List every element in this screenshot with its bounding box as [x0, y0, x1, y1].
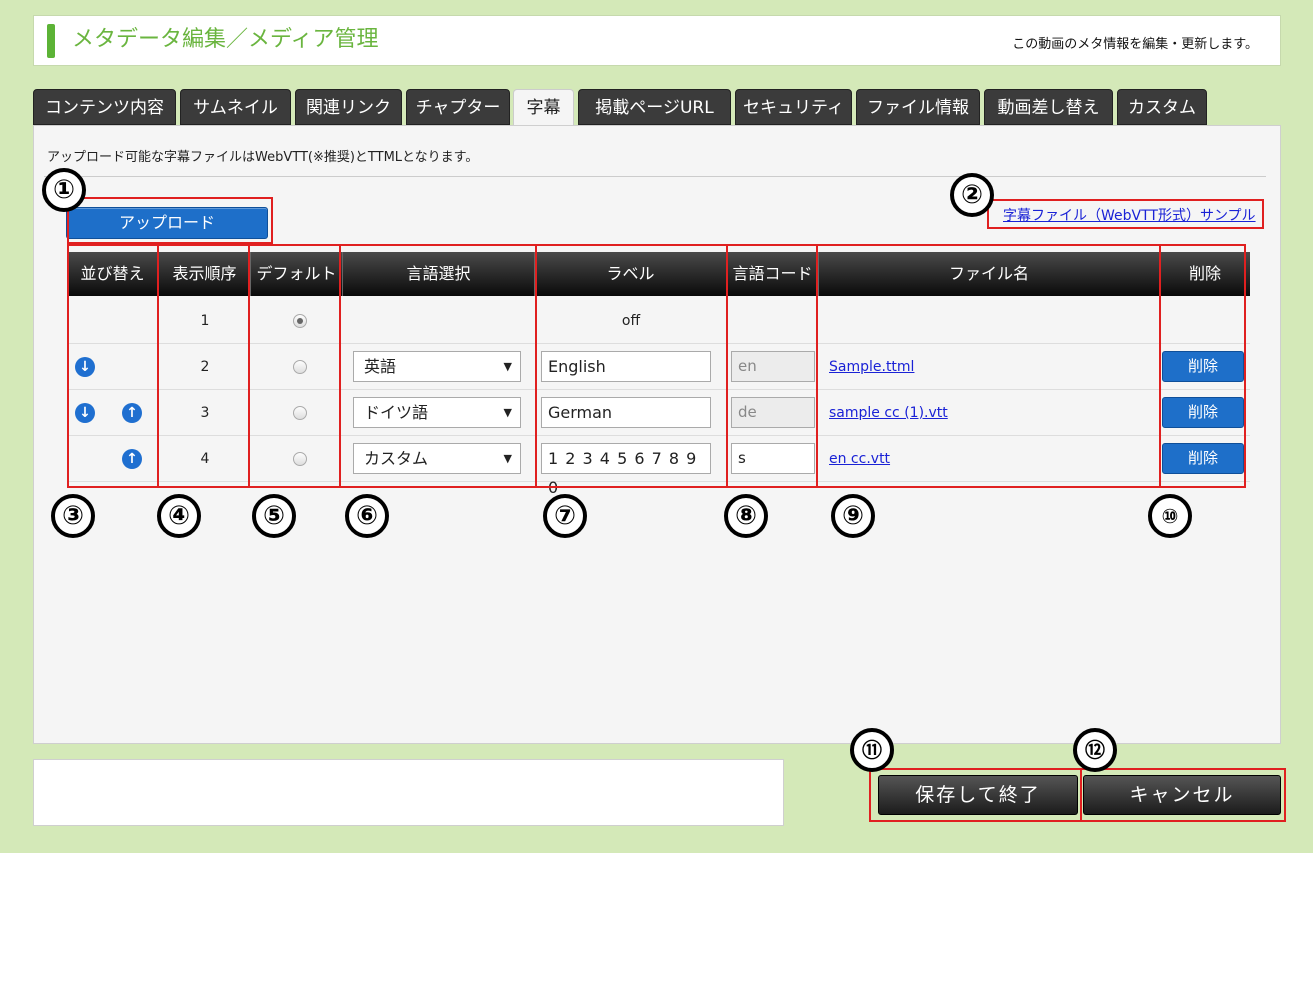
language-select[interactable]: カスタム ▼ [353, 443, 521, 474]
order-value: 3 [200, 405, 210, 421]
file-name-link[interactable]: en cc.vtt [829, 436, 890, 482]
sample-file-link[interactable]: 字幕ファイル（WebVTT形式）サンプル [1003, 205, 1256, 225]
save-and-exit-button[interactable]: 保存して終了 [878, 775, 1078, 815]
language-select-value: 英語 [364, 357, 397, 376]
annotation-number-8: ⑧ [724, 494, 768, 538]
delete-button[interactable]: 削除 [1162, 397, 1244, 428]
annotation-number-7: ⑦ [543, 494, 587, 538]
tab-related-links[interactable]: 関連リンク [295, 89, 402, 125]
tab-thumbnail[interactable]: サムネイル [180, 89, 291, 125]
annotation-number-6: ⑥ [345, 494, 389, 538]
divider [44, 176, 1266, 177]
delete-button[interactable]: 削除 [1162, 351, 1244, 382]
header-label: ラベル [535, 252, 727, 296]
annotation-number-9: ⑨ [831, 494, 875, 538]
caret-down-icon: ▼ [503, 360, 512, 373]
message-area [33, 759, 784, 826]
annotation-number-12: ⑫ [1073, 728, 1117, 772]
file-name-link[interactable]: Sample.ttml [829, 344, 914, 390]
order-value: 4 [200, 451, 210, 467]
lang-code-input[interactable]: s [731, 443, 815, 474]
tab-chapter[interactable]: チャプター [406, 89, 510, 125]
info-text: アップロード可能な字幕ファイルはWebVTT(※推奨)とTTMLとなります。 [47, 150, 479, 165]
language-select[interactable]: 英語 ▼ [353, 351, 521, 382]
order-value: 2 [200, 359, 210, 375]
default-radio[interactable] [293, 360, 307, 374]
tab-subtitles[interactable]: 字幕 [513, 89, 574, 126]
lang-code-field: en [731, 351, 815, 382]
arrow-down-icon[interactable]: ↓ [75, 357, 95, 377]
language-select-value: ドイツ語 [364, 403, 429, 422]
arrow-up-icon[interactable]: ↑ [122, 449, 142, 469]
header-order: 表示順序 [159, 252, 251, 296]
tab-video-replace[interactable]: 動画差し替え [984, 89, 1113, 125]
caret-down-icon: ▼ [503, 406, 512, 419]
language-select[interactable]: ドイツ語 ▼ [353, 397, 521, 428]
arrow-down-icon[interactable]: ↓ [75, 403, 95, 423]
header-accent-bar [47, 24, 55, 58]
label-input[interactable]: German [541, 397, 711, 428]
lang-code-field: de [731, 397, 815, 428]
annotation-number-4: ④ [157, 494, 201, 538]
annotation-number-5: ⑤ [252, 494, 296, 538]
cancel-button[interactable]: キャンセル [1083, 775, 1281, 815]
table-header: 並び替え 表示順序 デフォルト 言語選択 ラベル 言語コード ファイル名 削除 [67, 252, 1250, 296]
annotation-number-2: ② [950, 173, 994, 217]
header-sort: 並び替え [67, 252, 159, 296]
table-row: 1 off [67, 298, 1250, 344]
delete-button[interactable]: 削除 [1162, 443, 1244, 474]
label-input[interactable]: 1 2 3 4 5 6 7 8 9 0 [541, 443, 711, 497]
header-lang-code: 言語コード [727, 252, 819, 296]
tab-page-url[interactable]: 掲載ページURL [578, 89, 731, 125]
file-name-link[interactable]: sample cc (1).vtt [829, 390, 948, 436]
default-radio[interactable] [293, 314, 307, 328]
annotation-number-3: ③ [51, 494, 95, 538]
table-row: ↑ 4 カスタム ▼ 1 2 3 4 5 6 7 8 9 0 s en cc.vt… [67, 436, 1250, 497]
page-title: メタデータ編集／メディア管理 [72, 27, 379, 52]
header-default: デフォルト [251, 252, 343, 296]
label-input[interactable]: English [541, 351, 711, 382]
page-description: この動画のメタ情報を編集・更新します。 [1012, 37, 1258, 52]
arrow-up-icon[interactable]: ↑ [122, 403, 142, 423]
default-radio[interactable] [293, 406, 307, 420]
tab-file-info[interactable]: ファイル情報 [856, 89, 980, 125]
default-radio[interactable] [293, 452, 307, 466]
page-header: メタデータ編集／メディア管理 この動画のメタ情報を編集・更新します。 [33, 15, 1281, 66]
upload-button[interactable]: アップロード [66, 207, 268, 239]
table-row: ↓ ↑ 3 ドイツ語 ▼ German de sample cc (1).vtt … [67, 390, 1250, 436]
caret-down-icon: ▼ [503, 452, 512, 465]
tab-custom[interactable]: カスタム [1117, 89, 1207, 125]
header-file-name: ファイル名 [819, 252, 1160, 296]
header-language: 言語選択 [343, 252, 535, 296]
order-value: 1 [200, 313, 210, 329]
tab-security[interactable]: セキュリティ [735, 89, 852, 125]
header-delete: 削除 [1188, 264, 1221, 283]
table-row: ↓ 2 英語 ▼ English en Sample.ttml 削除 [67, 344, 1250, 390]
language-select-value: カスタム [364, 449, 429, 468]
annotation-number-10: ⑩ [1148, 494, 1192, 538]
label-text: off [621, 313, 641, 329]
tab-contents[interactable]: コンテンツ内容 [33, 89, 176, 125]
annotation-number-11: ⑪ [850, 728, 894, 772]
annotation-number-1: ① [42, 168, 86, 212]
